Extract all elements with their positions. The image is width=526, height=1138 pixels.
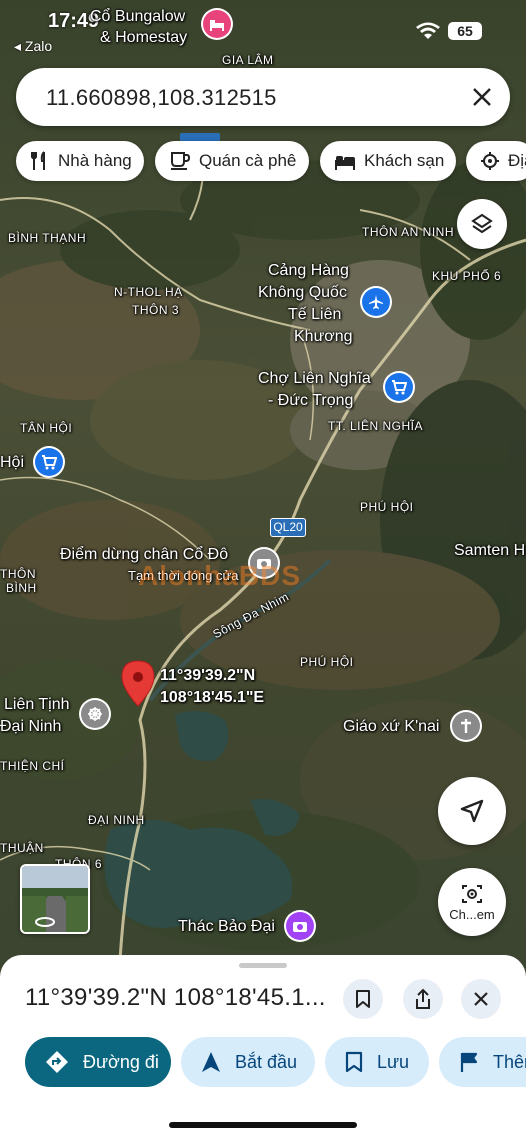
flag-icon [460, 1052, 478, 1072]
street-view-rotate-icon [35, 917, 55, 927]
back-to-app-link[interactable]: ◂ Zalo [14, 38, 52, 55]
map-label-gia-lam: GIA LÂM [222, 53, 274, 67]
coffee-icon [171, 152, 191, 170]
church-poi-icon[interactable] [452, 712, 480, 740]
search-bar[interactable]: 11.660898,108.312515 [16, 68, 510, 126]
place-title: 11°39'39.2"N 108°18'45.1... [25, 984, 326, 1011]
bookmark-icon [345, 1051, 363, 1073]
share-button[interactable] [403, 979, 443, 1019]
map-label-hotel-2[interactable]: & Homestay [100, 27, 187, 49]
navigation-arrow-icon [460, 799, 484, 823]
map-label-thac-bao-dai[interactable]: Thác Bảo Đại [178, 916, 275, 938]
close-icon [474, 992, 488, 1006]
map-label-binh: BÌNH [6, 581, 37, 595]
wifi-icon [416, 22, 440, 39]
close-icon[interactable] [472, 87, 492, 107]
action-label: Thêm [493, 1051, 526, 1072]
attraction-icon [481, 152, 499, 170]
map-label-lien-tinh-1[interactable]: Liên Tịnh [4, 694, 70, 716]
hotel-poi-icon[interactable] [203, 10, 231, 38]
shopping-poi-icon[interactable] [35, 448, 63, 476]
street-view-thumbnail[interactable] [20, 864, 90, 934]
watermark: AlonhaBDS [138, 560, 301, 591]
sheet-drag-handle[interactable] [239, 963, 287, 968]
camera-icon [462, 884, 482, 903]
map-label-tt-lien-nghia: TT. LIÊN NGHĨA [328, 419, 424, 433]
layers-button[interactable] [457, 199, 507, 249]
more-button[interactable]: Thêm [439, 1037, 526, 1087]
map-label-hoi[interactable]: Hội [0, 452, 24, 474]
map-label-airport-2[interactable]: Không Quốc [258, 282, 347, 304]
map-label-samten[interactable]: Samten H [454, 540, 525, 562]
action-label: Đường đi [83, 1051, 159, 1072]
chip-cafes[interactable]: Quán cà phê [155, 141, 309, 181]
map-label-tan-hoi: TÂN HỘI [20, 421, 73, 435]
temple-poi-icon[interactable] [81, 700, 109, 728]
chip-restaurants[interactable]: Nhà hàng [16, 141, 144, 181]
map-label-airport-4[interactable]: Khương [294, 326, 353, 348]
directions-button[interactable]: Đường đi [25, 1037, 171, 1087]
navigation-arrow-icon [202, 1052, 220, 1072]
shopping-poi-icon[interactable] [385, 373, 413, 401]
chip-label: Địa [508, 151, 526, 170]
camera-button-label: Ch...em [449, 906, 495, 922]
map-label-n-thol-ha: N-THOL HẠ [114, 285, 183, 299]
home-indicator[interactable] [169, 1122, 357, 1128]
map-label-thon-an-ninh: THÔN AN NINH [362, 225, 455, 239]
map-label-phu-hoi-mid: PHÚ HỘI [300, 655, 354, 669]
map-label-market-2[interactable]: - Đức Trọng [268, 390, 353, 412]
pin-label-latitude: 11°39'39.2"N [160, 667, 256, 684]
save-bookmark-button[interactable] [343, 979, 383, 1019]
pin-label-longitude: 108°18'45.1"E [160, 689, 265, 706]
airport-poi-icon[interactable] [362, 288, 390, 316]
battery-level: 65 [457, 23, 473, 39]
map-label-thon-3: THÔN 3 [132, 303, 180, 317]
my-location-button[interactable] [438, 777, 506, 845]
map-label-market-1[interactable]: Chợ Liên Nghĩa [258, 368, 371, 390]
close-sheet-button[interactable] [461, 979, 501, 1019]
share-icon [416, 988, 430, 1009]
chip-hotels[interactable]: Khách sạn [320, 141, 456, 181]
attraction-poi-icon[interactable] [286, 912, 314, 940]
action-label: Bắt đầu [235, 1051, 298, 1072]
layers-icon [471, 213, 493, 234]
map-label-thien-chi: THIỆN CHÍ [0, 759, 65, 773]
battery-indicator: 65 [448, 22, 482, 40]
chip-label: Khách sạn [364, 151, 445, 170]
start-button[interactable]: Bắt đầu [181, 1037, 315, 1087]
action-label: Lưu [377, 1051, 410, 1072]
restaurant-icon [31, 151, 45, 170]
map-label-thuan: THUẬN [0, 841, 44, 855]
map-label-dai-ninh: ĐẠI NINH [88, 813, 145, 827]
camera-search-button[interactable]: Ch...em [438, 868, 506, 936]
chip-label: Quán cà phê [199, 151, 297, 170]
bookmark-icon [356, 990, 370, 1008]
hotel-icon [335, 156, 355, 170]
road-badge-ql20: QL20 [270, 518, 306, 537]
map-label-khu-pho-6: KHU PHỐ 6 [432, 269, 502, 283]
map-label-phu-hoi-top: PHÚ HỘI [360, 500, 414, 514]
map-label-airport-3[interactable]: Tế Liên [288, 304, 341, 326]
map-label-hotel-1[interactable]: Cổ Bungalow [90, 6, 185, 28]
search-query[interactable]: 11.660898,108.312515 [46, 85, 277, 111]
map-label-giao-xu[interactable]: Giáo xứ K'nai [343, 716, 439, 738]
map-label-binh-thanh: BÌNH THẠNH [8, 231, 87, 245]
chip-attractions[interactable]: Địa [466, 141, 526, 181]
directions-icon [46, 1051, 68, 1073]
save-button[interactable]: Lưu [325, 1037, 429, 1087]
chip-label: Nhà hàng [58, 151, 132, 170]
map-label-airport-1[interactable]: Cảng Hàng [268, 260, 349, 282]
location-pin-icon[interactable] [120, 660, 156, 708]
map-label-lien-tinh-2[interactable]: Đại Ninh [0, 716, 61, 738]
